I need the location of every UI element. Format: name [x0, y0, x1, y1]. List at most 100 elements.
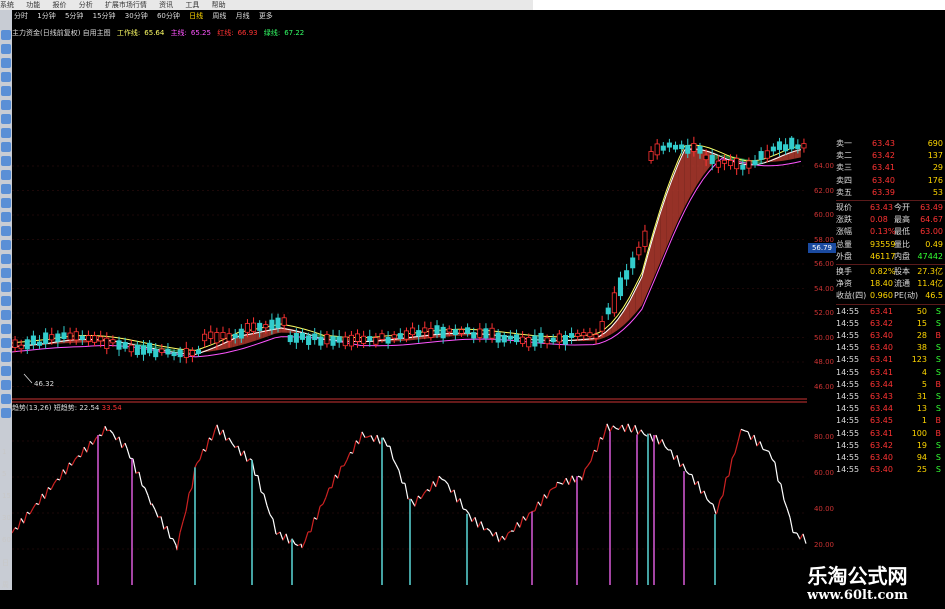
toolbar-tool-icon[interactable] — [1, 240, 11, 250]
toolbar-tool-icon[interactable] — [1, 338, 11, 348]
toolbar-tool-icon[interactable] — [1, 394, 11, 404]
toolbar-tool-icon[interactable] — [1, 142, 11, 152]
green-line-label: 绿线: — [263, 29, 281, 37]
period-tab[interactable]: 5分钟 — [65, 12, 83, 20]
candle-body — [513, 334, 520, 343]
toolbar-tool-icon[interactable] — [1, 352, 11, 362]
toolbar-tool-icon[interactable] — [1, 408, 11, 418]
tick-time: 14:55 — [836, 355, 860, 365]
trend-line-segment — [453, 489, 458, 503]
candle-body — [624, 270, 630, 280]
menu-item[interactable]: 资讯 — [159, 1, 173, 9]
left-period-label[interactable]: 日 — [2, 558, 9, 568]
toolbar-tool-icon[interactable] — [1, 268, 11, 278]
quote-label: 现价 — [836, 203, 852, 212]
toolbar-tool-icon[interactable] — [1, 380, 11, 390]
toolbar-tool-icon[interactable] — [1, 114, 11, 124]
toolbar-tool-icon[interactable] — [1, 254, 11, 264]
candle-body — [134, 344, 140, 355]
trend-line-segment — [86, 441, 91, 453]
tick-row: 14:55 63.41 50 S — [836, 306, 945, 318]
toolbar-tool-icon[interactable] — [1, 184, 11, 194]
toolbar-tool-icon[interactable] — [1, 310, 11, 320]
toolbar-tool-icon[interactable] — [1, 226, 11, 236]
period-tab[interactable]: 周线 — [212, 12, 226, 20]
period-tab[interactable]: 30分钟 — [125, 12, 148, 20]
period-tab[interactable]: 1分钟 — [37, 12, 55, 20]
candle-body — [324, 333, 330, 345]
candle-body — [532, 335, 538, 347]
stat-label: 收益(四) — [836, 291, 867, 301]
menu-item[interactable]: 系统 — [0, 1, 14, 9]
toolbar-tool-icon[interactable] — [1, 72, 11, 82]
period-bar: 分时 1分钟 5分钟 15分钟 30分钟 60分钟 日线 周线 月线 更多 — [12, 10, 533, 23]
period-tab[interactable]: 月线 — [236, 12, 250, 20]
tick-price: 63.41 — [870, 367, 893, 377]
quote-row: 涨幅 0.13% 最低 63.00 — [836, 226, 945, 238]
toolbar-tool-icon[interactable] — [1, 282, 11, 292]
candlestick-chart[interactable]: 46.32 — [12, 136, 807, 400]
trend-line-segment — [590, 450, 595, 462]
left-period-label[interactable]: 5 — [2, 470, 6, 478]
trend-line-segment — [750, 434, 755, 441]
menu-item[interactable]: 分析 — [79, 1, 93, 9]
menu-item[interactable]: 功能 — [26, 1, 40, 9]
toolbar-tool-icon[interactable] — [1, 58, 11, 68]
period-tab[interactable]: 分时 — [14, 12, 28, 20]
menu-item[interactable]: 扩展市场行情 — [105, 1, 147, 9]
period-tab-active[interactable]: 日线 — [189, 12, 203, 20]
candle-body — [538, 332, 544, 344]
trend-line-segment — [352, 440, 357, 454]
candle-body — [544, 337, 550, 345]
left-period-label[interactable]: 60 — [2, 536, 11, 544]
candle-body — [159, 348, 165, 353]
trend-line-segment — [759, 441, 764, 450]
left-period-label[interactable]: 周 — [2, 580, 9, 590]
left-period-label[interactable]: 15 — [2, 492, 11, 500]
tick-volume: 123 — [911, 355, 927, 365]
left-period-label[interactable]: 30 — [2, 514, 11, 522]
toolbar-tool-icon[interactable] — [1, 296, 11, 306]
candle-body — [575, 332, 581, 337]
toolbar-tool-icon[interactable] — [1, 44, 11, 54]
toolbar-tool-icon[interactable] — [1, 128, 11, 138]
toolbar-tool-icon[interactable] — [1, 170, 11, 180]
candle-body — [795, 144, 801, 150]
menu-item[interactable]: 帮助 — [212, 1, 226, 9]
candle-body — [434, 325, 440, 334]
trend-line-segment — [395, 464, 400, 471]
toolbar-tool-icon[interactable] — [1, 86, 11, 96]
candle-body — [654, 143, 660, 156]
trend-line-segment — [358, 431, 363, 445]
tick-time: 14:55 — [836, 416, 860, 426]
period-tab[interactable]: 15分钟 — [93, 12, 116, 20]
trend-line-segment — [257, 475, 262, 492]
candle-body — [397, 333, 403, 339]
candle-body — [752, 160, 758, 166]
menu-item[interactable]: 报价 — [52, 1, 66, 9]
left-period-label[interactable]: 1 — [2, 448, 6, 456]
toolbar-tool-icon[interactable] — [1, 212, 11, 222]
menu-item[interactable]: 工具 — [185, 1, 199, 9]
candle-body — [507, 335, 513, 340]
period-tab[interactable]: 60分钟 — [157, 12, 180, 20]
toolbar-tool-icon[interactable] — [1, 100, 11, 110]
toolbar-tool-icon[interactable] — [1, 366, 11, 376]
trend-line-segment — [765, 449, 770, 453]
toolbar-tool-icon[interactable] — [1, 324, 11, 334]
toolbar-tool-icon[interactable] — [1, 30, 11, 40]
tick-price: 63.44 — [870, 379, 893, 389]
trend-line-segment — [522, 516, 527, 521]
candle-body — [306, 335, 312, 346]
trend-indicator-chart[interactable] — [12, 401, 807, 589]
trend-line-segment — [513, 522, 518, 532]
tick-row: 14:55 63.41 123 S — [836, 354, 945, 366]
trend-line-segment — [771, 458, 776, 463]
trend-line-segment — [734, 441, 739, 454]
toolbar-tool-icon[interactable] — [1, 198, 11, 208]
toolbar-tool-icon[interactable] — [1, 156, 11, 166]
tick-price: 63.41 — [870, 428, 893, 438]
trend-line-segment — [144, 487, 149, 496]
tick-time: 14:55 — [836, 306, 860, 316]
period-tab[interactable]: 更多 — [259, 12, 273, 20]
